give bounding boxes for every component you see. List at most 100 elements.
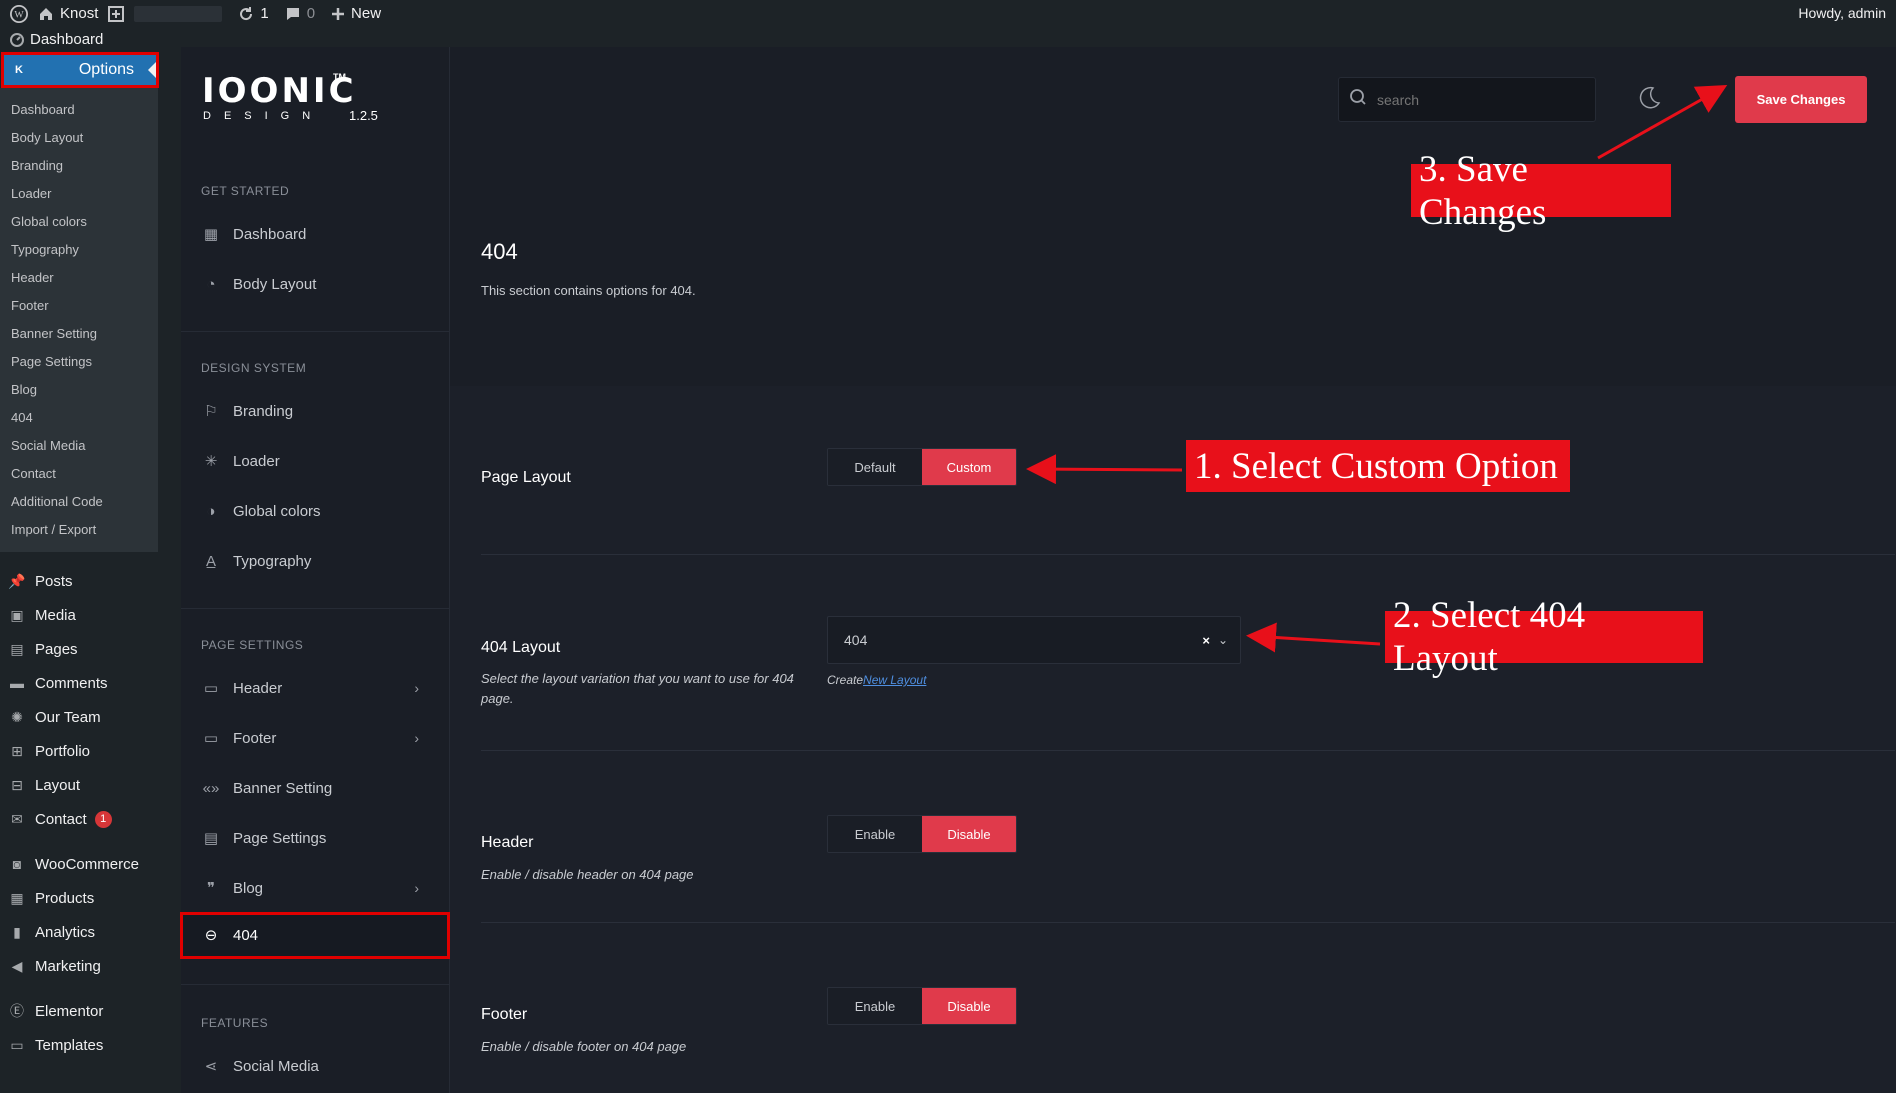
submenu-body-layout[interactable]: Body Layout (11, 130, 83, 145)
nav-header[interactable]: ▭ Header › (201, 673, 431, 703)
menu-label: Marketing (35, 957, 101, 975)
submenu-page-settings[interactable]: Page Settings (11, 354, 92, 369)
submenu-import-export[interactable]: Import / Export (11, 522, 96, 537)
submenu-branding[interactable]: Branding (11, 158, 63, 173)
plugin-version: 1.2.5 (349, 108, 378, 123)
submenu-global-colors[interactable]: Global colors (11, 214, 87, 229)
chevron-down-icon[interactable]: ⌄ (1218, 633, 1228, 647)
nav-global-colors[interactable]: ◑ Global colors (201, 496, 431, 526)
nav-dashboard[interactable]: ▦ Dashboard (201, 219, 431, 249)
nav-loader[interactable]: ✳ Loader (201, 446, 431, 476)
page-layout-default[interactable]: Default (828, 449, 922, 485)
new-layout-link[interactable]: New Layout (863, 673, 926, 687)
menu-elementor[interactable]: Ⓔ Elementor (0, 997, 158, 1025)
layout-icon: ⊟ (11, 776, 23, 793)
header-label: Header (481, 834, 534, 851)
submenu-banner-setting[interactable]: Banner Setting (11, 326, 97, 341)
header-disable[interactable]: Disable (922, 816, 1016, 852)
search-box[interactable] (1338, 77, 1596, 122)
options-k-icon: K (12, 63, 26, 77)
grid-icon: ▦ (203, 226, 219, 243)
contact-count-badge: 1 (94, 810, 112, 828)
menu-pages[interactable]: ▤ Pages (0, 635, 158, 663)
menu-analytics[interactable]: ▮ Analytics (0, 918, 158, 946)
menu-products[interactable]: ▦ Products (0, 884, 158, 912)
menu-comments[interactable]: ▬ Comments (0, 669, 158, 697)
page-layout-label: Page Layout (481, 469, 571, 486)
customize-icon[interactable] (108, 0, 125, 27)
howdy-user[interactable]: Howdy, admin (1798, 5, 1886, 21)
nav-body-layout[interactable]: ◔ Body Layout (201, 269, 431, 299)
menu-posts[interactable]: 📌 Posts (0, 567, 158, 595)
nav-typography[interactable]: A̲ Typography (201, 546, 431, 576)
submenu-social-media[interactable]: Social Media (11, 438, 85, 453)
nav-label: 404 (233, 926, 259, 944)
layout-404-label: 404 Layout (481, 639, 561, 656)
header-enable[interactable]: Enable (828, 816, 922, 852)
nav-label: Loader (233, 452, 280, 470)
footer-disable[interactable]: Disable (922, 988, 1016, 1024)
save-changes-button[interactable]: Save Changes (1735, 76, 1867, 123)
submenu-loader[interactable]: Loader (11, 186, 51, 201)
mail-icon: ✉ (11, 810, 23, 827)
nav-label: Blog (233, 879, 264, 897)
page-layout-custom[interactable]: Custom (922, 449, 1016, 485)
nav-404[interactable]: ⊖ 404 (201, 920, 431, 950)
menu-media[interactable]: ▣ Media (0, 601, 158, 629)
nav-branding[interactable]: ⚐ Branding (201, 396, 431, 426)
templates-icon: ▭ (10, 1036, 24, 1053)
menu-marketing[interactable]: ◀ Marketing (0, 952, 158, 980)
annotation-step1: 1. Select Custom Option (1186, 440, 1570, 492)
search-input[interactable] (1375, 90, 1579, 109)
chevron-right-icon: › (414, 680, 419, 696)
header-description: Enable / disable header on 404 page (481, 867, 694, 882)
layout-404-select[interactable]: 404 × ⌄ (827, 616, 1241, 664)
submenu-blog[interactable]: Blog (11, 382, 37, 397)
submenu-contact[interactable]: Contact (11, 466, 56, 481)
submenu-404[interactable]: 404 (11, 410, 33, 425)
nav-label: Page Settings (233, 829, 327, 847)
pages-icon: ▤ (10, 640, 24, 657)
menu-options[interactable]: K Options (1, 52, 159, 88)
footer-enable[interactable]: Enable (828, 988, 922, 1024)
code-icon: «» (202, 779, 220, 797)
site-name: Knost (60, 5, 99, 22)
menu-dashboard[interactable]: Dashboard (0, 27, 158, 51)
dark-mode-toggle-icon[interactable] (1636, 85, 1662, 116)
new-content-link[interactable]: New (331, 0, 381, 27)
layout-404-value: 404 (844, 632, 868, 648)
clear-icon[interactable]: × (1202, 633, 1210, 648)
wp-logo-icon[interactable]: W (10, 0, 28, 27)
menu-contact[interactable]: ✉ Contact 1 (0, 805, 158, 833)
submenu-additional-code[interactable]: Additional Code (11, 494, 103, 509)
nav-social-media[interactable]: ⋖ Social Media (201, 1051, 431, 1081)
divider (181, 608, 449, 609)
site-name-link[interactable]: Knost (38, 0, 98, 27)
comments-link[interactable]: 0 (285, 0, 315, 27)
chevron-right-icon: › (414, 730, 419, 746)
submenu-header[interactable]: Header (11, 270, 54, 285)
page-title: 404 (481, 239, 518, 264)
page-layout-toggle: Default Custom (827, 448, 1017, 486)
quote-icon: ❞ (206, 880, 216, 897)
nav-404-active[interactable]: ⊖ 404 (180, 912, 450, 959)
nav-blog[interactable]: ❞ Blog › (201, 873, 431, 903)
menu-portfolio[interactable]: ⊞ Portfolio (0, 737, 158, 765)
create-prefix: Create (827, 673, 864, 687)
nav-footer[interactable]: ▭ Footer › (201, 723, 431, 753)
submenu-footer[interactable]: Footer (11, 298, 49, 313)
updates-link[interactable]: 1 (238, 0, 269, 27)
submenu-dashboard[interactable]: Dashboard (11, 102, 75, 117)
menu-layout[interactable]: ⊟ Layout (0, 771, 158, 799)
menu-label: WooCommerce (35, 855, 139, 873)
nav-banner-setting[interactable]: «» Banner Setting (201, 773, 431, 803)
nav-label: Global colors (233, 502, 321, 520)
refresh-icon (238, 6, 254, 22)
nav-page-settings[interactable]: ▤ Page Settings (201, 823, 431, 853)
chevron-right-icon: › (414, 880, 419, 896)
submenu-typography[interactable]: Typography (11, 242, 79, 257)
menu-our-team[interactable]: ✺ Our Team (0, 703, 158, 731)
menu-templates[interactable]: ▭ Templates (0, 1031, 158, 1059)
menu-woocommerce[interactable]: ◙ WooCommerce (0, 850, 158, 878)
footer-description: Enable / disable footer on 404 page (481, 1039, 687, 1054)
